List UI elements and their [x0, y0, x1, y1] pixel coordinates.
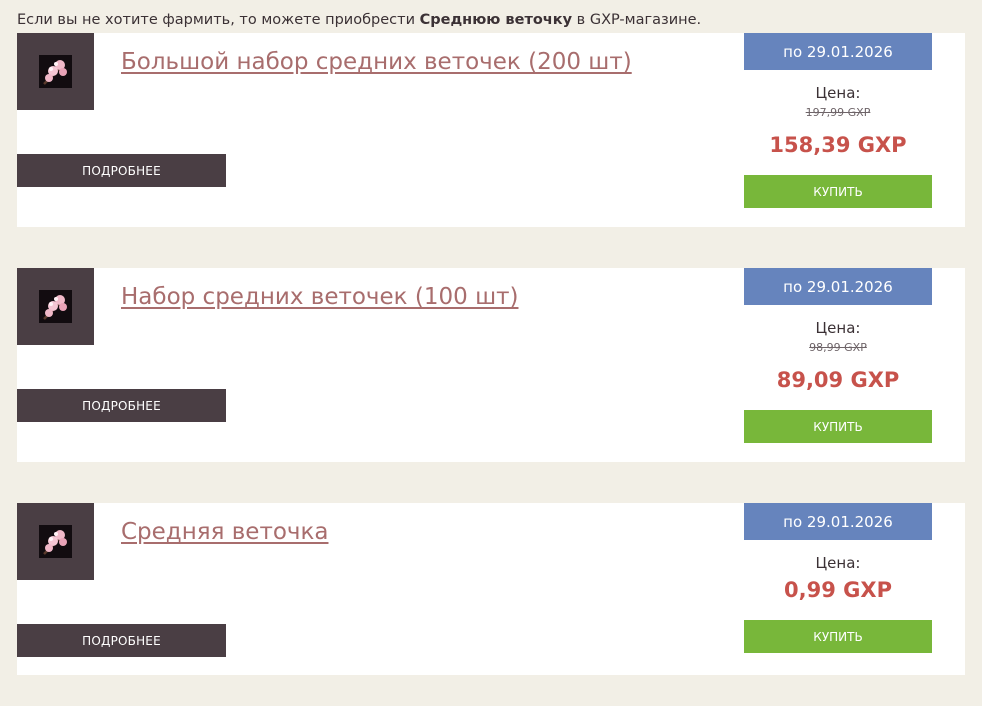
product-card: Большой набор средних веточек (200 шт) П… [17, 33, 965, 227]
blossom-branch-icon [39, 55, 72, 88]
details-button[interactable]: ПОДРОБНЕЕ [17, 154, 226, 187]
intro-text-end: в GXP-магазине. [572, 12, 702, 28]
details-button[interactable]: ПОДРОБНЕЕ [17, 624, 226, 657]
product-card: Набор средних веточек (100 шт) ПОДРОБНЕЕ… [17, 268, 965, 462]
blossom-branch-icon [39, 525, 72, 558]
product-thumbnail[interactable] [17, 33, 94, 110]
price-label: Цена: [815, 554, 861, 572]
product-thumbnail[interactable] [17, 268, 94, 345]
offer-date-badge: по 29.01.2026 [744, 503, 932, 540]
product-title-link[interactable]: Средняя веточка [121, 519, 328, 545]
product-title-link[interactable]: Большой набор средних веточек (200 шт) [121, 49, 632, 75]
price-label: Цена: [815, 84, 861, 102]
offer-date-badge: по 29.01.2026 [744, 33, 932, 70]
current-price: 89,09 GXP [776, 368, 900, 392]
current-price: 0,99 GXP [784, 578, 892, 602]
buy-button[interactable]: КУПИТЬ [744, 175, 932, 208]
price-label: Цена: [815, 319, 861, 337]
product-title-link[interactable]: Набор средних веточек (100 шт) [121, 284, 518, 310]
current-price: 158,39 GXP [769, 133, 907, 157]
old-price: 197,99 GXP [805, 106, 871, 119]
details-button[interactable]: ПОДРОБНЕЕ [17, 389, 226, 422]
buy-button[interactable]: КУПИТЬ [744, 620, 932, 653]
intro-item-name: Среднюю веточку [419, 12, 573, 28]
buy-button[interactable]: КУПИТЬ [744, 410, 932, 443]
old-price: 98,99 GXP [809, 341, 867, 354]
blossom-branch-icon [39, 290, 72, 323]
offer-date-badge: по 29.01.2026 [744, 268, 932, 305]
intro-text: Если вы не хотите фармить, то можете при… [17, 10, 701, 30]
product-card: Средняя веточка ПОДРОБНЕЕ по 29.01.2026 … [17, 503, 965, 675]
product-thumbnail[interactable] [17, 503, 94, 580]
intro-text-start: Если вы не хотите фармить, то можете при… [17, 12, 420, 28]
